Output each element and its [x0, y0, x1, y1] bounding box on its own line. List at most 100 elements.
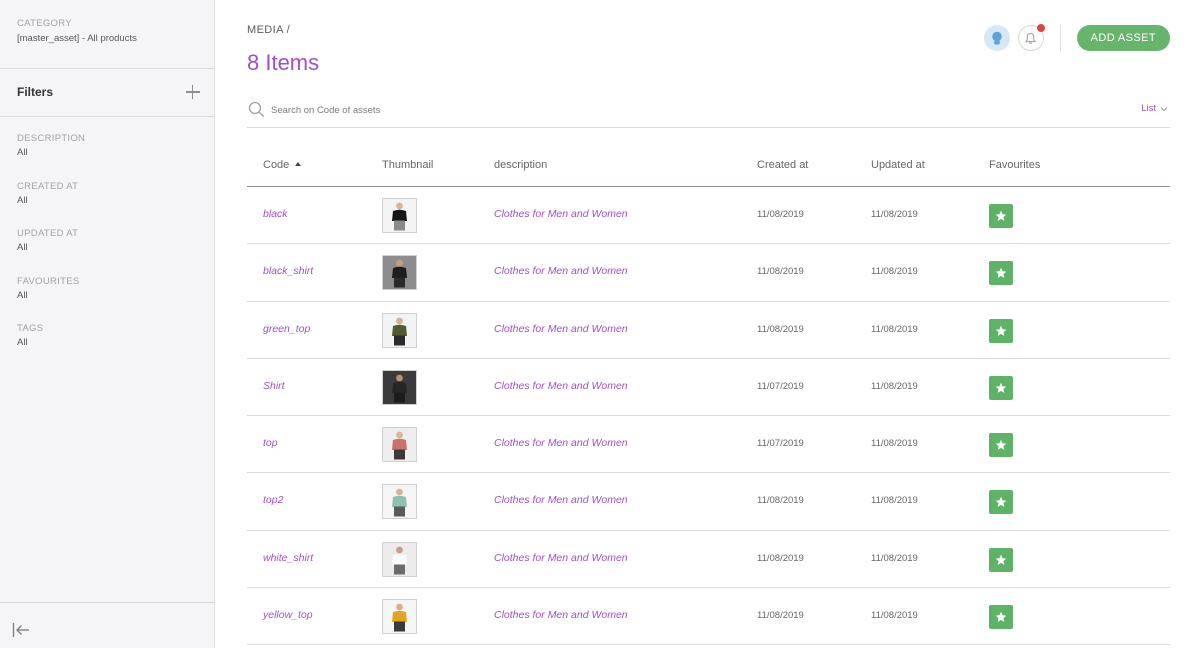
thumbnail-image [392, 317, 407, 346]
created-at-cell: 11/08/2019 [757, 209, 804, 220]
asset-thumbnail[interactable] [382, 599, 417, 635]
thumbnail-image [392, 374, 407, 403]
asset-thumbnail[interactable] [382, 312, 417, 348]
notifications-button[interactable] [1017, 24, 1045, 51]
sidebar-divider [0, 602, 215, 603]
bell-icon [1025, 32, 1037, 44]
asset-code-link[interactable]: black [263, 208, 288, 220]
asset-thumbnail[interactable] [382, 541, 417, 577]
sidebar-divider [0, 68, 215, 69]
asset-description-link[interactable]: Clothes for Men and Women [494, 437, 628, 449]
filter-label: DESCRIPTION [17, 133, 86, 144]
filters-header: Filters [17, 84, 200, 100]
filter-favourites[interactable]: FAVOURITES All [17, 276, 197, 301]
updated-at-cell: 11/08/2019 [871, 266, 918, 278]
page-title: 8 Items [247, 50, 320, 75]
favourite-toggle[interactable] [989, 375, 1013, 400]
search-bar: List [247, 98, 1170, 128]
table-row[interactable]: black_shirt Clothes for Men and Women 11/0… [247, 244, 1170, 302]
asset-code-link[interactable]: top [263, 437, 278, 449]
search-input[interactable] [271, 101, 771, 119]
assets-table: Code Thumbnail description Created at Up… [247, 145, 1170, 646]
table-row[interactable]: Shirt Clothes for Men and Women 11/07/2019… [247, 359, 1170, 417]
table-row[interactable]: yellow_top Clothes for Men and Women 11/08… [247, 588, 1170, 646]
favourite-toggle[interactable] [989, 433, 1013, 458]
asset-thumbnail[interactable] [382, 427, 417, 463]
asset-thumbnail[interactable] [382, 255, 417, 291]
add-asset-button[interactable]: ADD ASSET [1076, 25, 1170, 51]
asset-code-link[interactable]: top2 [263, 494, 283, 506]
created-at-cell: 11/08/2019 [757, 323, 804, 335]
asset-description-link[interactable]: Clothes for Men and Women [494, 323, 628, 335]
header-actions: ADD ASSET [983, 24, 1170, 52]
asset-description-link[interactable]: Clothes for Men and Women [494, 552, 628, 564]
column-header-code[interactable]: Code [263, 159, 302, 171]
table-row[interactable]: green_top Clothes for Men and Women 11/08/… [247, 302, 1170, 359]
main-content: MEDIA / 8 Items ADD ASSET Search on Code… [215, 0, 1200, 648]
favourite-toggle[interactable] [989, 490, 1013, 515]
chevron-down-icon [1160, 106, 1168, 111]
table-row[interactable]: top Clothes for Men and Women 11/07/2019 11… [247, 416, 1170, 474]
created-at-cell: 11/07/2019 [757, 380, 804, 392]
category-block[interactable]: CATEGORY [master_asset] - All products [17, 18, 207, 44]
created-at-cell: 11/08/2019 [757, 266, 804, 278]
asset-thumbnail[interactable] [382, 198, 417, 233]
collapse-sidebar-icon[interactable] [12, 622, 30, 638]
favourite-toggle[interactable] [989, 204, 1013, 228]
asset-thumbnail[interactable] [382, 369, 417, 405]
asset-description-link[interactable]: Clothes for Men and Women [494, 494, 628, 506]
column-header-created-at[interactable]: Created at [757, 159, 808, 171]
created-at-cell: 11/08/2019 [757, 495, 804, 507]
filter-value: All [17, 290, 28, 301]
updated-at-cell: 11/08/2019 [871, 610, 918, 622]
favourite-toggle[interactable] [989, 318, 1013, 343]
thumbnail-image [392, 259, 407, 288]
filter-updated-at[interactable]: UPDATED AT All [17, 228, 197, 253]
asset-code-link[interactable]: white_shirt [263, 552, 313, 564]
column-header-updated-at[interactable]: Updated at [871, 159, 925, 171]
avatar[interactable] [983, 25, 1010, 51]
view-mode-dropdown[interactable]: List [1141, 103, 1168, 114]
favourite-toggle[interactable] [989, 547, 1013, 572]
star-icon [995, 210, 1007, 221]
asset-code-link[interactable]: Shirt [263, 380, 285, 392]
breadcrumb[interactable]: MEDIA / [247, 24, 290, 36]
asset-code-link[interactable]: black_shirt [263, 265, 313, 277]
notification-badge [1036, 24, 1045, 32]
asset-description-link[interactable]: Clothes for Men and Women [494, 609, 628, 621]
column-header-description[interactable]: description [494, 159, 547, 171]
updated-at-cell: 11/08/2019 [871, 552, 918, 564]
favourite-toggle[interactable] [989, 261, 1013, 286]
asset-code-link[interactable]: green_top [263, 323, 310, 335]
column-header-favourites[interactable]: Favourites [989, 159, 1040, 171]
filter-label: TAGS [17, 323, 44, 334]
app-root: CATEGORY [master_asset] - All products F… [0, 0, 1200, 648]
filter-tags[interactable]: TAGS All [17, 323, 197, 348]
star-icon [995, 554, 1007, 565]
asset-thumbnail[interactable] [382, 484, 417, 520]
view-mode-label: List [1141, 103, 1156, 114]
star-icon [995, 611, 1007, 622]
table-row[interactable]: white_shirt Clothes for Men and Women 11/0… [247, 531, 1170, 589]
thumbnail-image [392, 603, 407, 632]
asset-description-link[interactable]: Clothes for Men and Women [494, 208, 628, 220]
column-label: Code [263, 159, 290, 171]
filter-value: All [17, 337, 28, 348]
table-row[interactable]: top2 Clothes for Men and Women 11/08/2019 1… [247, 473, 1170, 531]
sort-ascending-icon [295, 162, 302, 166]
table-body: black Clothes for Men and Women 11/08/2019… [247, 187, 1170, 646]
header-divider [1059, 25, 1061, 51]
star-icon [995, 439, 1007, 451]
favourite-toggle[interactable] [989, 605, 1013, 630]
filter-description[interactable]: DESCRIPTION All [17, 133, 197, 158]
asset-code-link[interactable]: yellow_top [263, 609, 313, 621]
updated-at-cell: 11/08/2019 [871, 380, 918, 392]
star-icon [995, 497, 1007, 508]
plus-icon[interactable] [186, 85, 200, 99]
asset-description-link[interactable]: Clothes for Men and Women [494, 265, 628, 277]
star-icon [995, 325, 1007, 336]
table-row[interactable]: black Clothes for Men and Women 11/08/2019… [247, 187, 1170, 245]
filter-value: All [17, 195, 28, 206]
asset-description-link[interactable]: Clothes for Men and Women [494, 380, 628, 392]
filter-created-at[interactable]: CREATED AT All [17, 181, 197, 206]
